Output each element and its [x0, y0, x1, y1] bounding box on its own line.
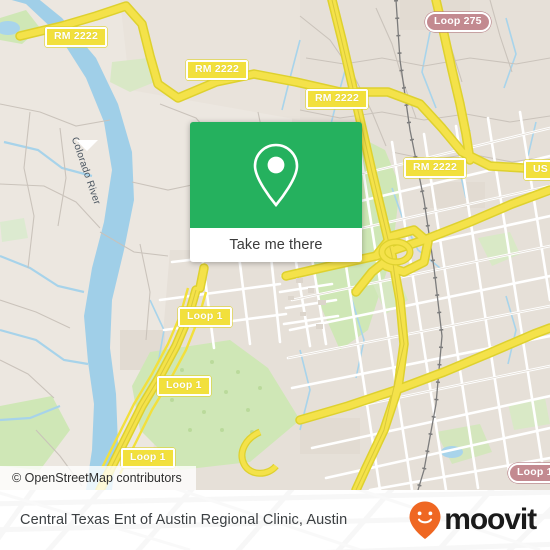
road-shield-rm2222-ne: RM 2222: [306, 89, 369, 109]
map-canvas[interactable]: Colorado River RM 2222 RM 2222 RM 2222 R…: [0, 0, 550, 490]
map-screenshot: Colorado River RM 2222 RM 2222 RM 2222 R…: [0, 0, 550, 550]
road-shield-rm2222-nw: RM 2222: [45, 27, 108, 47]
road-shield-rm2222-e: RM 2222: [404, 158, 467, 178]
location-pin-icon: [253, 143, 299, 208]
location-popup[interactable]: Take me there: [190, 122, 362, 262]
moovit-pin-smile-icon: [409, 501, 441, 539]
footer-bar: Central Texas Ent of Austin Regional Cli…: [0, 490, 550, 550]
popup-tail-pointer: [76, 140, 98, 151]
popup-header: [190, 122, 362, 228]
take-me-there-label: Take me there: [229, 237, 323, 253]
attribution-text: © OpenStreetMap contributors: [12, 471, 182, 485]
road-shield-loop275: Loop 275: [425, 12, 491, 32]
road-shield-loop1-se-edge: Loop 1: [508, 463, 550, 483]
road-shield-us-east-edge: US 2: [524, 160, 550, 180]
road-shield-loop1-lower: Loop 1: [157, 376, 211, 396]
road-shield-loop1-bottom: Loop 1: [121, 448, 175, 468]
take-me-there-button[interactable]: Take me there: [190, 228, 362, 262]
road-shield-loop1-mid: Loop 1: [178, 307, 232, 327]
road-shield-rm2222-n: RM 2222: [186, 60, 249, 80]
moovit-wordmark: moovit: [444, 503, 537, 536]
moovit-brand[interactable]: moovit: [408, 490, 537, 550]
place-title: Central Texas Ent of Austin Regional Cli…: [20, 512, 348, 528]
map-attribution[interactable]: © OpenStreetMap contributors: [0, 466, 196, 490]
